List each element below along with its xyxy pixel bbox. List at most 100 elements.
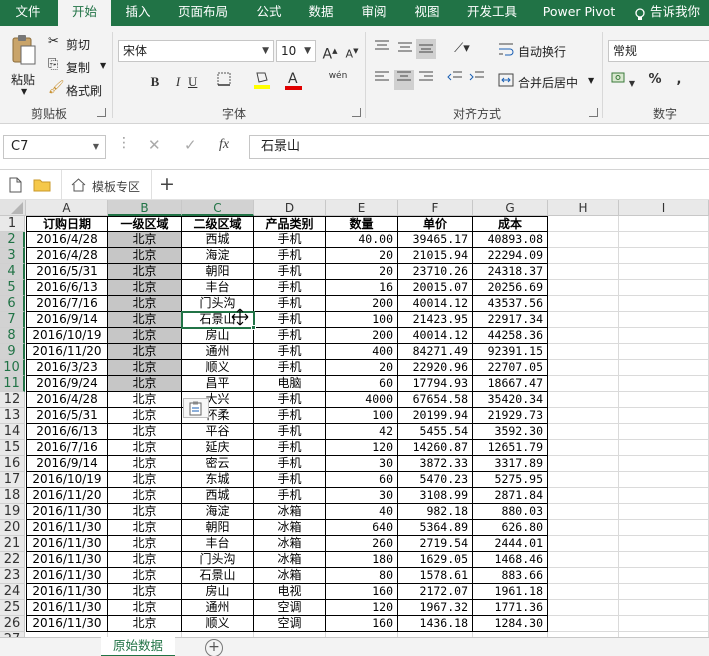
table-cell[interactable]: 冰箱 [254,568,326,584]
table-cell[interactable]: 5455.54 [398,424,473,440]
table-cell[interactable]: 5470.23 [398,472,473,488]
tab-data[interactable]: 数据 [298,0,344,26]
font-size-select[interactable]: 10 ▼ [276,40,316,62]
empty-cell[interactable] [548,360,619,376]
empty-cell[interactable] [548,552,619,568]
grow-font-button[interactable]: A▲ [320,41,340,63]
collapse-ribbon-icon[interactable] [0,106,14,120]
table-cell[interactable]: 1629.05 [398,552,473,568]
table-cell[interactable]: 2016/10/19 [26,328,108,344]
table-cell[interactable]: 2016/11/30 [26,504,108,520]
table-cell[interactable]: 手机 [254,280,326,296]
table-cell[interactable]: 2016/9/14 [26,456,108,472]
empty-cell[interactable] [619,360,709,376]
table-header-cell[interactable]: 数量 [326,216,398,232]
empty-cell[interactable] [619,616,709,632]
bold-button[interactable]: B [145,72,165,92]
table-cell[interactable]: 5275.95 [473,472,548,488]
row-header[interactable]: 6 [0,296,25,312]
empty-cell[interactable] [619,488,709,504]
align-middle-button[interactable] [395,39,415,59]
table-cell[interactable]: 20 [326,264,398,280]
fill-color-button[interactable] [252,70,272,90]
table-cell[interactable]: 冰箱 [254,504,326,520]
empty-cell[interactable] [619,264,709,280]
row-header[interactable]: 24 [0,584,25,600]
empty-cell[interactable] [619,424,709,440]
table-cell[interactable]: 3872.33 [398,456,473,472]
tab-home[interactable]: 开始 [58,0,111,26]
tab-formulas[interactable]: 公式 [245,0,293,26]
table-cell[interactable]: 40014.12 [398,296,473,312]
empty-cell[interactable] [619,456,709,472]
empty-cell[interactable] [548,280,619,296]
add-sheet-button[interactable]: + [205,639,223,656]
table-cell[interactable]: 丰台 [182,280,254,296]
table-cell[interactable]: 43537.56 [473,296,548,312]
table-cell[interactable]: 400 [326,344,398,360]
table-cell[interactable]: 21929.73 [473,408,548,424]
table-cell[interactable]: 空调 [254,616,326,632]
table-cell[interactable]: 2016/11/20 [26,344,108,360]
align-left-button[interactable] [372,70,392,90]
insert-function-button[interactable]: fx [219,137,229,153]
merge-center-button[interactable]: 合并后居中 ▼ [498,71,598,91]
empty-cell[interactable] [548,312,619,328]
empty-cell[interactable] [619,584,709,600]
table-cell[interactable]: 昌平 [182,376,254,392]
table-header-cell[interactable]: 一级区域 [108,216,182,232]
table-cell[interactable]: 200 [326,296,398,312]
align-right-button[interactable] [416,70,436,90]
font-name-select[interactable]: 宋体 ▼ [118,40,274,62]
table-cell[interactable]: 空调 [254,600,326,616]
table-cell[interactable]: 2016/7/16 [26,440,108,456]
table-cell[interactable]: 北京 [108,568,182,584]
table-cell[interactable]: 2871.84 [473,488,548,504]
table-cell[interactable]: 通州 [182,600,254,616]
table-cell[interactable]: 880.03 [473,504,548,520]
table-cell[interactable]: 626.80 [473,520,548,536]
table-cell[interactable]: 2016/11/30 [26,520,108,536]
table-cell[interactable]: 44258.36 [473,328,548,344]
template-zone-tab[interactable]: 模板专区 [61,170,152,200]
table-cell[interactable]: 海淀 [182,504,254,520]
increase-indent-button[interactable] [467,70,487,90]
table-cell[interactable]: 西城 [182,488,254,504]
cancel-icon[interactable]: ✕ [148,136,161,154]
column-header[interactable]: E [326,200,398,216]
empty-cell[interactable] [619,248,709,264]
table-cell[interactable]: 北京 [108,328,182,344]
underline-button[interactable]: U [164,72,204,92]
table-cell[interactable]: 80 [326,568,398,584]
empty-cell[interactable] [619,312,709,328]
empty-cell[interactable] [548,232,619,248]
table-cell[interactable]: 2016/11/30 [26,584,108,600]
orientation-button[interactable]: ⟋▾ [449,39,475,59]
table-cell[interactable]: 石景山 [182,568,254,584]
table-header-cell[interactable]: 成本 [473,216,548,232]
table-cell[interactable]: 朝阳 [182,520,254,536]
table-cell[interactable]: 北京 [108,520,182,536]
tab-page-layout[interactable]: 页面布局 [168,0,238,26]
table-cell[interactable]: 手机 [254,232,326,248]
table-cell[interactable]: 2016/11/30 [26,568,108,584]
empty-cell[interactable] [619,552,709,568]
column-header[interactable]: F [398,200,473,216]
table-cell[interactable]: 北京 [108,424,182,440]
table-cell[interactable]: 2016/7/16 [26,296,108,312]
table-cell[interactable]: 东城 [182,472,254,488]
table-cell[interactable]: 北京 [108,536,182,552]
table-cell[interactable]: 982.18 [398,504,473,520]
table-cell[interactable]: 2016/5/31 [26,264,108,280]
row-header[interactable]: 26 [0,616,25,632]
row-header[interactable]: 21 [0,536,25,552]
table-cell[interactable]: 4000 [326,392,398,408]
table-header-cell[interactable]: 单价 [398,216,473,232]
table-cell[interactable]: 2016/11/20 [26,488,108,504]
row-header[interactable]: 1 [0,216,25,232]
empty-cell[interactable] [548,408,619,424]
empty-cell[interactable] [619,216,709,232]
table-cell[interactable]: 3108.99 [398,488,473,504]
table-cell[interactable]: 5364.89 [398,520,473,536]
table-cell[interactable]: 883.66 [473,568,548,584]
